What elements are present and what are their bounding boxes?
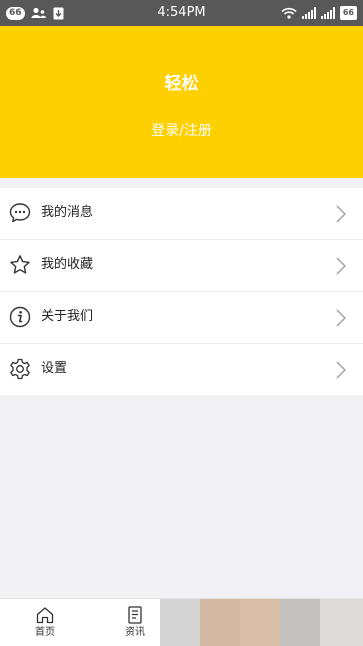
message-icon [9, 203, 31, 223]
obscured-tab-region [280, 599, 320, 646]
obscured-tab-region [320, 599, 363, 646]
menu-item-about-us[interactable]: 关于我们 [0, 292, 363, 344]
menu-list: 我的消息 我的收藏 关于我们 设置 [0, 188, 363, 395]
status-right-icons: 66 [281, 5, 357, 21]
obscured-tab-region [160, 599, 200, 646]
menu-item-label: 设置 [41, 361, 68, 376]
tab-label: 资讯 [125, 627, 145, 638]
menu-item-label: 关于我们 [41, 309, 94, 324]
chevron-right-icon [336, 361, 346, 379]
menu-item-messages[interactable]: 我的消息 [0, 188, 363, 240]
status-bar: 66 4:54PM 66 [0, 0, 363, 26]
menu-item-favorites[interactable]: 我的收藏 [0, 240, 363, 292]
signal-strength-icon [301, 7, 316, 19]
profile-header: 轻松 登录/注册 [0, 26, 363, 178]
wifi-icon [281, 7, 297, 19]
info-icon [9, 306, 31, 328]
tab-home[interactable]: 首页 [15, 599, 75, 646]
chevron-right-icon [336, 309, 346, 327]
menu-item-settings[interactable]: 设置 [0, 344, 363, 395]
obscured-tab-region [200, 599, 240, 646]
chevron-right-icon [336, 257, 346, 275]
menu-item-label: 我的消息 [41, 205, 94, 220]
battery-icon: 66 [339, 6, 357, 20]
obscured-tab-region [240, 599, 280, 646]
star-icon [10, 255, 30, 274]
tab-news[interactable]: 资讯 [105, 599, 165, 646]
news-icon [128, 606, 142, 624]
signal-strength-2-icon [320, 7, 335, 19]
bottom-tab-bar: 首页 资讯 [0, 598, 363, 646]
menu-item-label: 我的收藏 [41, 257, 94, 272]
home-icon [36, 607, 54, 624]
chevron-right-icon [336, 205, 346, 223]
username-title: 轻松 [164, 74, 199, 94]
login-register-link[interactable]: 登录/注册 [0, 122, 363, 140]
gear-icon [10, 358, 30, 380]
tab-label: 首页 [35, 627, 55, 638]
